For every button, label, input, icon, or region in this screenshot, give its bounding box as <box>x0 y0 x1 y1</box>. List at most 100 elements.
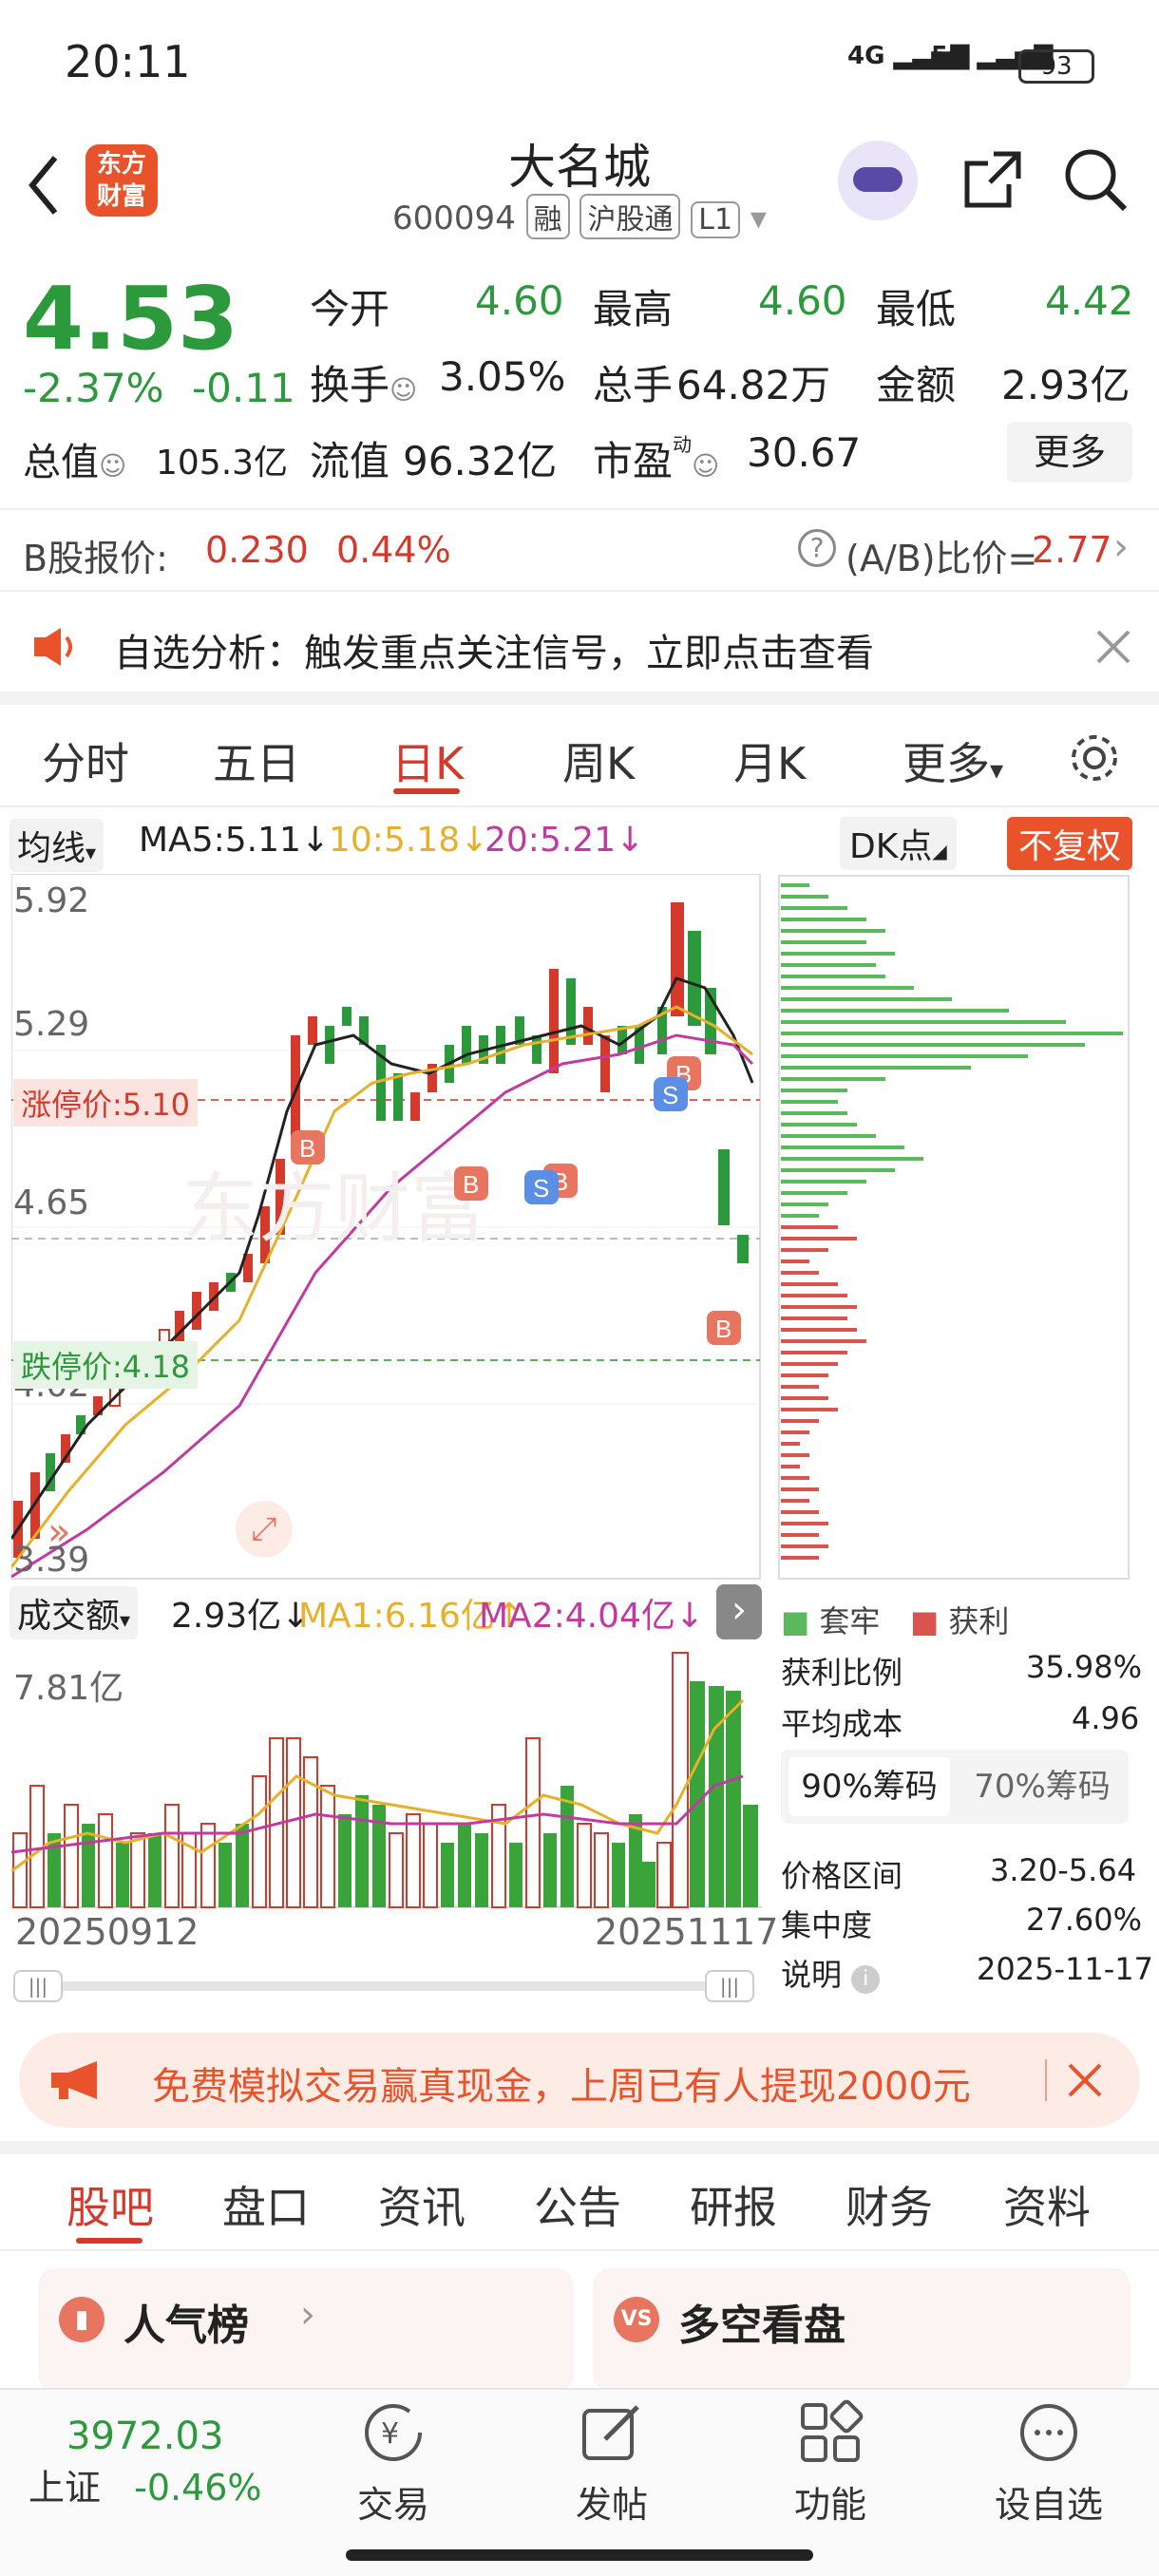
ma20-value: 20:5.21↓ <box>484 821 645 860</box>
candlestick-chart[interactable]: 东方财富 B B B S B S B <box>11 874 762 1581</box>
quote-panel: 4.53 -2.37% -0.11 今开 4.60 最高 4.60 最低 4.4… <box>0 249 1159 505</box>
chip-value-date: 2025-11-17 <box>977 1951 1153 1987</box>
stat-label-turnover: 换手☺ <box>310 362 418 408</box>
feature-cards: ▮ 人气榜 › VS 多空看盘 <box>0 2259 1159 2392</box>
b-share-row[interactable]: B股报价: 0.230 0.44% ? (A/B)比价= 2.77 › <box>0 508 1159 592</box>
notice-bar[interactable]: 自选分析：触发重点关注信号，立即点击查看 <box>0 592 1159 696</box>
tab-monthly-k[interactable]: 月K <box>733 729 806 792</box>
chip-range-toggle: 90%筹码 70%筹码 <box>781 1750 1129 1824</box>
chart-tabs: 分时 五日 日K 周K 月K 更多▾ <box>0 703 1159 807</box>
y-label-0: 5.92 <box>13 881 90 920</box>
b-share-pct: 0.44% <box>336 529 451 571</box>
svg-text:¥: ¥ <box>381 2417 399 2451</box>
stat-label-low: 最低 <box>876 286 957 332</box>
promo-banner[interactable]: 免费模拟交易赢真现金，上周已有人提现2000元 <box>19 2033 1140 2128</box>
stat-label-high: 最高 <box>593 286 674 332</box>
active-tab-indicator <box>76 2238 142 2244</box>
gear-icon[interactable] <box>1066 729 1123 786</box>
volume-select[interactable]: 成交额▾ <box>10 1586 139 1639</box>
bottom-toolbar: 3972.03 上证 -0.46% ¥ 交易 发帖 功能 设自选 <box>0 2388 1159 2576</box>
search-icon[interactable] <box>1062 146 1130 215</box>
index-name: 上证 <box>28 2467 102 2509</box>
stat-label-pe: 市盈动☺ <box>593 433 720 484</box>
content-tabs: 股吧 盘口 资讯 公告 研报 财务 资料 <box>0 2156 1159 2251</box>
volume-value: 2.93亿↓ <box>171 1597 311 1636</box>
tab-news[interactable]: 资讯 <box>378 2173 466 2236</box>
trade-button[interactable]: ¥ 交易 <box>317 2399 469 2528</box>
megaphone-icon <box>51 2061 97 2099</box>
bull-bear-card[interactable]: VS 多空看盘 <box>593 2268 1130 2392</box>
popularity-card[interactable]: ▮ 人气榜 › <box>38 2268 574 2392</box>
chip-label-avg-cost: 平均成本 <box>781 1706 903 1742</box>
tab-intraday[interactable]: 分时 <box>42 729 129 792</box>
chip-90-button[interactable]: 90%筹码 <box>788 1757 950 1816</box>
chevron-right-icon: › <box>1113 525 1129 569</box>
card-title: 人气榜 <box>124 2301 249 2350</box>
ma-select[interactable]: 均线▾ <box>10 819 104 872</box>
active-tab-indicator <box>393 788 460 794</box>
expand-icon[interactable]: ⤢ <box>236 1501 293 1558</box>
chip-70-button[interactable]: 70%筹码 <box>961 1757 1123 1816</box>
home-indicator[interactable] <box>346 2549 813 2561</box>
help-icon[interactable]: ? <box>798 529 836 567</box>
more-button[interactable]: 更多 <box>1007 422 1132 483</box>
tab-profile[interactable]: 资料 <box>1003 2173 1091 2236</box>
info-icon[interactable]: ☺ <box>390 374 417 406</box>
tab-weekly-k[interactable]: 周K <box>562 729 635 792</box>
close-icon[interactable] <box>1068 2063 1102 2097</box>
range-handle-right[interactable]: ||| <box>705 1970 754 2002</box>
volume-y-label: 7.81亿 <box>13 1669 124 1708</box>
edit-icon <box>582 2405 639 2460</box>
tab-announcements[interactable]: 公告 <box>534 2173 621 2236</box>
svg-text:B: B <box>463 1170 479 1199</box>
info-icon[interactable]: i <box>851 1965 881 1994</box>
adjust-button[interactable]: 不复权 <box>1007 817 1133 870</box>
range-handle-left[interactable]: ||| <box>13 1970 63 2002</box>
index-ticker[interactable]: 3972.03 上证 -0.46% <box>28 2415 314 2510</box>
chip-value-profit-ratio: 35.98% <box>1026 1649 1143 1685</box>
tab-order-book[interactable]: 盘口 <box>222 2173 310 2236</box>
change-amount: -0.11 <box>192 365 295 411</box>
svg-text:S: S <box>662 1081 678 1109</box>
info-icon[interactable]: ☺ <box>99 450 126 482</box>
info-icon[interactable]: ☺ <box>692 450 719 482</box>
tab-more[interactable]: 更多▾ <box>902 729 1003 792</box>
range-scrollbar[interactable] <box>13 1981 754 1991</box>
tab-five-day[interactable]: 五日 <box>213 729 300 792</box>
close-icon[interactable] <box>1094 628 1132 666</box>
chip-distribution-chart[interactable] <box>777 874 1130 1581</box>
tag-margin: 融 <box>525 194 570 239</box>
tab-daily-k[interactable]: 日K <box>391 729 464 792</box>
tab-finance[interactable]: 财务 <box>846 2173 933 2236</box>
stat-value-turnover: 3.05% <box>439 353 566 400</box>
tab-forum[interactable]: 股吧 <box>66 2173 154 2236</box>
limit-down-label: 跌停价:4.18 <box>13 1341 199 1389</box>
chart-icon: ▮ <box>59 2297 104 2342</box>
chevron-right-icon[interactable]: › <box>716 1584 762 1639</box>
total-value: 105.3亿 <box>156 444 289 483</box>
y-label-1: 5.29 <box>13 1005 90 1044</box>
ai-assistant-avatar[interactable] <box>838 141 918 220</box>
current-price: 4.53 <box>23 268 238 369</box>
svg-text:东方财富: 东方财富 <box>182 1166 486 1251</box>
chip-value-price-range: 3.20-5.64 <box>990 1852 1137 1888</box>
features-button[interactable]: 功能 <box>754 2399 906 2528</box>
post-button[interactable]: 发帖 <box>536 2399 688 2528</box>
stat-label-volume: 总手 <box>593 362 674 408</box>
legend-profit: ■ 获利 <box>910 1603 1010 1639</box>
share-icon[interactable] <box>960 146 1026 213</box>
divider <box>0 2141 1159 2154</box>
volume-chart[interactable] <box>11 1643 762 1909</box>
grid-icon <box>801 2399 864 2462</box>
add-watchlist-button[interactable]: 设自选 <box>973 2399 1125 2528</box>
index-change: -0.46% <box>134 2467 262 2509</box>
ma5-value: MA5:5.11↓ <box>139 821 331 860</box>
dk-point-select[interactable]: DK点◢ <box>840 817 957 870</box>
svg-text:B: B <box>299 1134 315 1163</box>
stock-code: 600094 <box>392 199 516 237</box>
stat-value-low: 4.42 <box>1045 277 1134 324</box>
chip-label-profit-ratio: 获利比例 <box>781 1655 903 1691</box>
stock-header: 东方 财富 大名城 600094 融 沪股通 L1 ▾ <box>0 123 1159 247</box>
double-chevron-icon[interactable]: » <box>48 1510 70 1554</box>
tab-research[interactable]: 研报 <box>690 2173 777 2236</box>
